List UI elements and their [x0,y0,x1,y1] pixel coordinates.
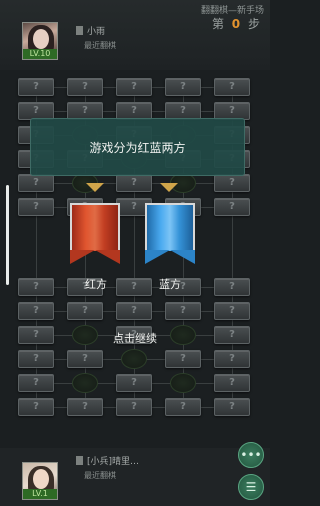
turn-number: 0 [231,17,243,31]
hidden-piece[interactable]: ? [18,398,54,416]
player-avatar[interactable]: LV.1 [22,462,58,500]
red-arrow-icon [86,183,104,192]
rank-icon [76,456,83,465]
player-panel: LV.1 [小兵]晴里… 最近翻棋 ••• ☰ [0,442,270,506]
hidden-piece[interactable]: ? [18,374,54,392]
hidden-piece[interactable]: ? [116,78,152,96]
hidden-piece[interactable]: ? [165,302,201,320]
tap-to-continue[interactable]: 点击继续 [0,330,270,346]
camp-cell[interactable] [72,373,98,393]
scroll-indicator [6,185,9,285]
hidden-piece[interactable]: ? [67,398,103,416]
hidden-piece[interactable]: ? [67,302,103,320]
hidden-piece[interactable]: ? [18,78,54,96]
hidden-piece[interactable]: ? [116,398,152,416]
opponent-level-badge: LV.10 [23,49,57,59]
hidden-piece[interactable]: ? [116,174,152,192]
red-ribbon-band [70,203,120,251]
blue-ribbon-tail [145,250,195,264]
player-name: [小兵]晴里… [76,454,139,467]
turn-counter: 第 0 步 [211,17,262,31]
avatar-face [33,29,49,49]
opponent-name: 小雨 [76,24,105,37]
hidden-piece[interactable]: ? [214,302,250,320]
avatar-face [33,469,49,489]
menu-icon[interactable]: ☰ [238,474,264,500]
hidden-piece[interactable]: ? [18,198,54,216]
blue-ribbon [145,203,195,267]
tutorial-banner-text: 游戏分为红蓝两方 [89,141,186,155]
opponent-subtitle: 最近翻棋 [84,41,116,50]
red-ribbon [70,203,120,267]
hidden-piece[interactable]: ? [214,350,250,368]
hidden-piece[interactable]: ? [116,374,152,392]
hidden-piece[interactable]: ? [214,174,250,192]
hidden-piece[interactable]: ? [165,350,201,368]
hidden-piece[interactable]: ? [214,78,250,96]
more-icon[interactable]: ••• [238,442,264,468]
hidden-piece[interactable]: ? [116,302,152,320]
hidden-piece[interactable]: ? [18,302,54,320]
hidden-piece[interactable]: ? [67,350,103,368]
red-side-label: 红方 [85,278,107,291]
hidden-piece[interactable]: ? [67,78,103,96]
hidden-piece[interactable]: ? [165,78,201,96]
blue-ribbon-band [145,203,195,251]
blue-arrow-icon [160,183,178,192]
player-subtitle: 最近翻棋 [84,471,116,480]
blue-side-label: 蓝方 [159,278,181,291]
tutorial-banner: 游戏分为红蓝两方 [30,118,245,176]
hidden-piece[interactable]: ? [116,278,152,296]
camp-cell[interactable] [170,373,196,393]
opponent-panel: 翻翻棋—新手场 第 0 步 LV.10 小雨 最近翻棋 [0,0,270,70]
hidden-piece[interactable]: ? [18,174,54,192]
hidden-piece[interactable]: ? [214,198,250,216]
hidden-piece[interactable]: ? [214,278,250,296]
hidden-piece[interactable]: ? [18,278,54,296]
opponent-avatar[interactable]: LV.10 [22,22,58,60]
hidden-piece[interactable]: ? [18,350,54,368]
red-ribbon-tail [70,250,120,264]
hidden-piece[interactable]: ? [214,398,250,416]
player-level-badge: LV.1 [23,489,57,499]
camp-cell[interactable] [121,349,147,369]
rank-icon [76,26,83,35]
hidden-piece[interactable]: ? [165,398,201,416]
hidden-piece[interactable]: ? [214,374,250,392]
